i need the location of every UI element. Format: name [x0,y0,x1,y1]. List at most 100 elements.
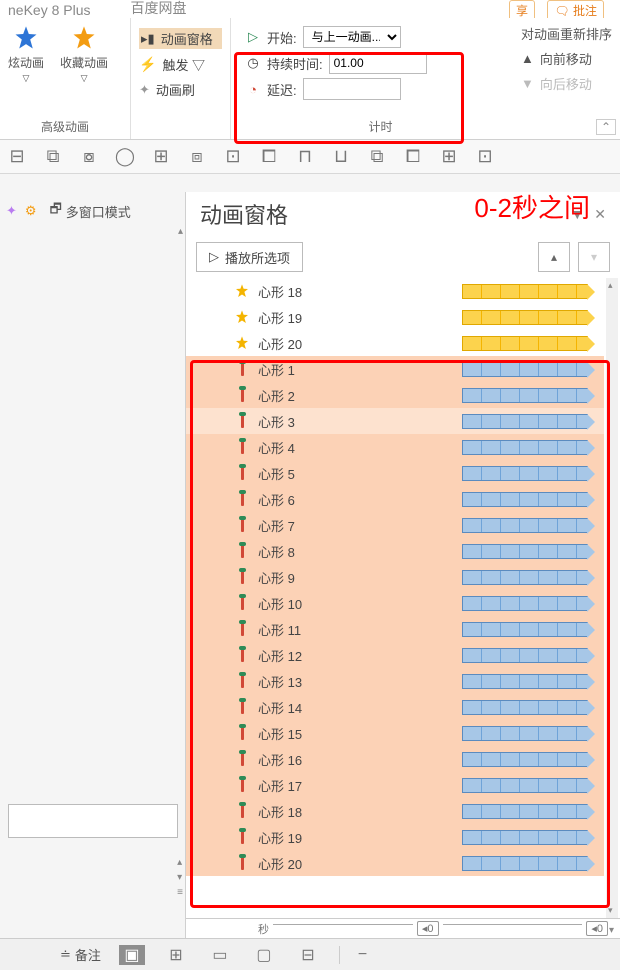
play-icon: ▷ [245,29,261,45]
list-scrollbar[interactable]: ▴▾ [606,278,618,918]
timing-bar[interactable] [462,700,588,715]
ribbon-collapse-button[interactable]: ⌃ [596,119,616,135]
timing-bar[interactable] [462,492,588,507]
multi-window-button[interactable]: 🗗 多窗口模式 [45,197,136,225]
animation-item[interactable]: 心形 7 [186,512,604,538]
animation-item[interactable]: 心形 2 [186,382,604,408]
align-icon[interactable]: ⊡ [222,146,244,168]
animation-item[interactable]: 心形 20 [186,850,604,876]
timing-bar[interactable] [462,466,588,481]
animation-item[interactable]: 心形 1 [186,356,604,382]
animation-item[interactable]: 心形 12 [186,642,604,668]
item-name: 心形 5 [258,464,295,483]
animation-item[interactable]: 心形 10 [186,590,604,616]
animation-item[interactable]: 心形 15 [186,720,604,746]
star-icon [234,309,250,325]
animation-item[interactable]: 心形 5 [186,460,604,486]
timing-bar[interactable] [462,414,588,429]
view-other-icon[interactable]: ⊟ [295,945,321,965]
duration-input[interactable] [329,52,427,74]
animation-item[interactable]: 心形 19 [186,304,604,330]
view-slideshow-icon[interactable]: ▢ [251,945,277,965]
move-earlier-button[interactable]: ▲向前移动 [521,49,612,68]
move-down-button[interactable]: ▾ [578,242,610,272]
align-icon[interactable]: ⊡ [474,146,496,168]
timing-bar[interactable] [462,440,588,455]
animation-item[interactable]: 心形 17 [186,772,604,798]
animation-item[interactable]: 心形 14 [186,694,604,720]
animation-item[interactable]: 心形 3 [186,408,604,434]
timing-bar[interactable] [462,726,588,741]
timing-bar[interactable] [462,752,588,767]
move-up-button[interactable]: ▴ [538,242,570,272]
timing-bar[interactable] [462,804,588,819]
timing-bar[interactable] [462,830,588,845]
timing-bar[interactable] [462,570,588,585]
ruler-zero[interactable]: ◂0 [586,921,608,936]
timing-bar[interactable] [462,362,588,377]
align-icon[interactable]: ⊞ [150,146,172,168]
group-label-timing: 计时 [231,118,530,135]
timing-bar[interactable] [462,544,588,559]
timing-bar[interactable] [462,310,588,325]
animation-item[interactable]: 心形 18 [186,278,604,304]
align-icon[interactable]: ⧇ [78,146,100,168]
align-icon[interactable]: ⊟ [6,146,28,168]
timing-bar[interactable] [462,284,588,299]
timing-bar[interactable] [462,648,588,663]
align-icon[interactable]: ⧈ [186,146,208,168]
align-icon[interactable]: ⧠ [402,146,424,168]
align-icon[interactable]: ⊞ [438,146,460,168]
animation-item[interactable]: 心形 19 [186,824,604,850]
timing-bar[interactable] [462,596,588,611]
timing-bar[interactable] [462,388,588,403]
zoom-out-icon[interactable]: − [358,946,367,964]
timing-bar[interactable] [462,622,588,637]
animation-item[interactable]: 心形 20 [186,330,604,356]
align-icon[interactable]: ⊓ [294,146,316,168]
animation-pane-toggle[interactable]: ▸▮动画窗格 [139,28,222,49]
timing-bar[interactable] [462,674,588,689]
ribbon: 炫动画 ▽ 收藏动画 ▽ 高级动画 ▸▮动画窗格 ⚡触发 ▽ ✦动画刷 ▷ 开始… [0,18,620,140]
view-normal-icon[interactable]: ▣ [119,945,145,965]
delay-input[interactable] [303,78,401,100]
animation-painter-button[interactable]: ✦动画刷 [139,80,222,99]
sparkle-icon[interactable]: ✦ [6,203,17,219]
move-later-button[interactable]: ▼向后移动 [521,74,612,93]
timing-bar[interactable] [462,856,588,871]
gear-icon[interactable]: ⚙ [25,203,37,219]
align-icon[interactable]: ⧉ [42,146,64,168]
view-sorter-icon[interactable]: ⊞ [163,945,189,965]
animation-item[interactable]: 心形 6 [186,486,604,512]
pane-close-button[interactable]: ✕ [594,206,606,223]
align-icon[interactable]: ⧉ [366,146,388,168]
align-icon[interactable]: ◯ [114,146,136,168]
timing-bar[interactable] [462,518,588,533]
start-select[interactable]: 与上一动画... [303,26,401,48]
view-reading-icon[interactable]: ▭ [207,945,233,965]
animation-item[interactable]: 心形 9 [186,564,604,590]
animation-item[interactable]: 心形 13 [186,668,604,694]
notes-button[interactable]: ≐ 备注 [60,945,101,964]
align-icon[interactable]: ⊔ [330,146,352,168]
animation-item[interactable]: 心形 4 [186,434,604,460]
play-selected-button[interactable]: ▷播放所选项 [196,242,303,272]
trigger-button[interactable]: ⚡触发 ▽ [139,55,222,74]
animation-item[interactable]: 心形 18 [186,798,604,824]
animation-item[interactable]: 心形 16 [186,746,604,772]
animation-item[interactable]: 心形 11 [186,616,604,642]
ruler-dropdown-icon[interactable]: ▾ [609,925,614,936]
slide-thumb[interactable] [8,804,178,838]
timing-bar[interactable] [462,336,588,351]
favorite-animation-button[interactable]: 收藏动画 ▽ [60,24,108,84]
animation-item[interactable]: 心形 8 [186,538,604,564]
align-icon[interactable]: ⧠ [258,146,280,168]
seconds-label: 秒 [258,921,269,937]
motion-line-icon [234,803,250,819]
scroll-up-icon[interactable]: ▴ [178,226,183,237]
timeline-ruler[interactable]: 秒 ◂0 ◂0 ▾ [186,918,620,938]
ruler-zero[interactable]: ◂0 [417,921,439,936]
thumb-scroll[interactable]: ▴▾≡ [177,857,183,898]
dazzle-animation-button[interactable]: 炫动画 ▽ [8,24,44,84]
timing-bar[interactable] [462,778,588,793]
